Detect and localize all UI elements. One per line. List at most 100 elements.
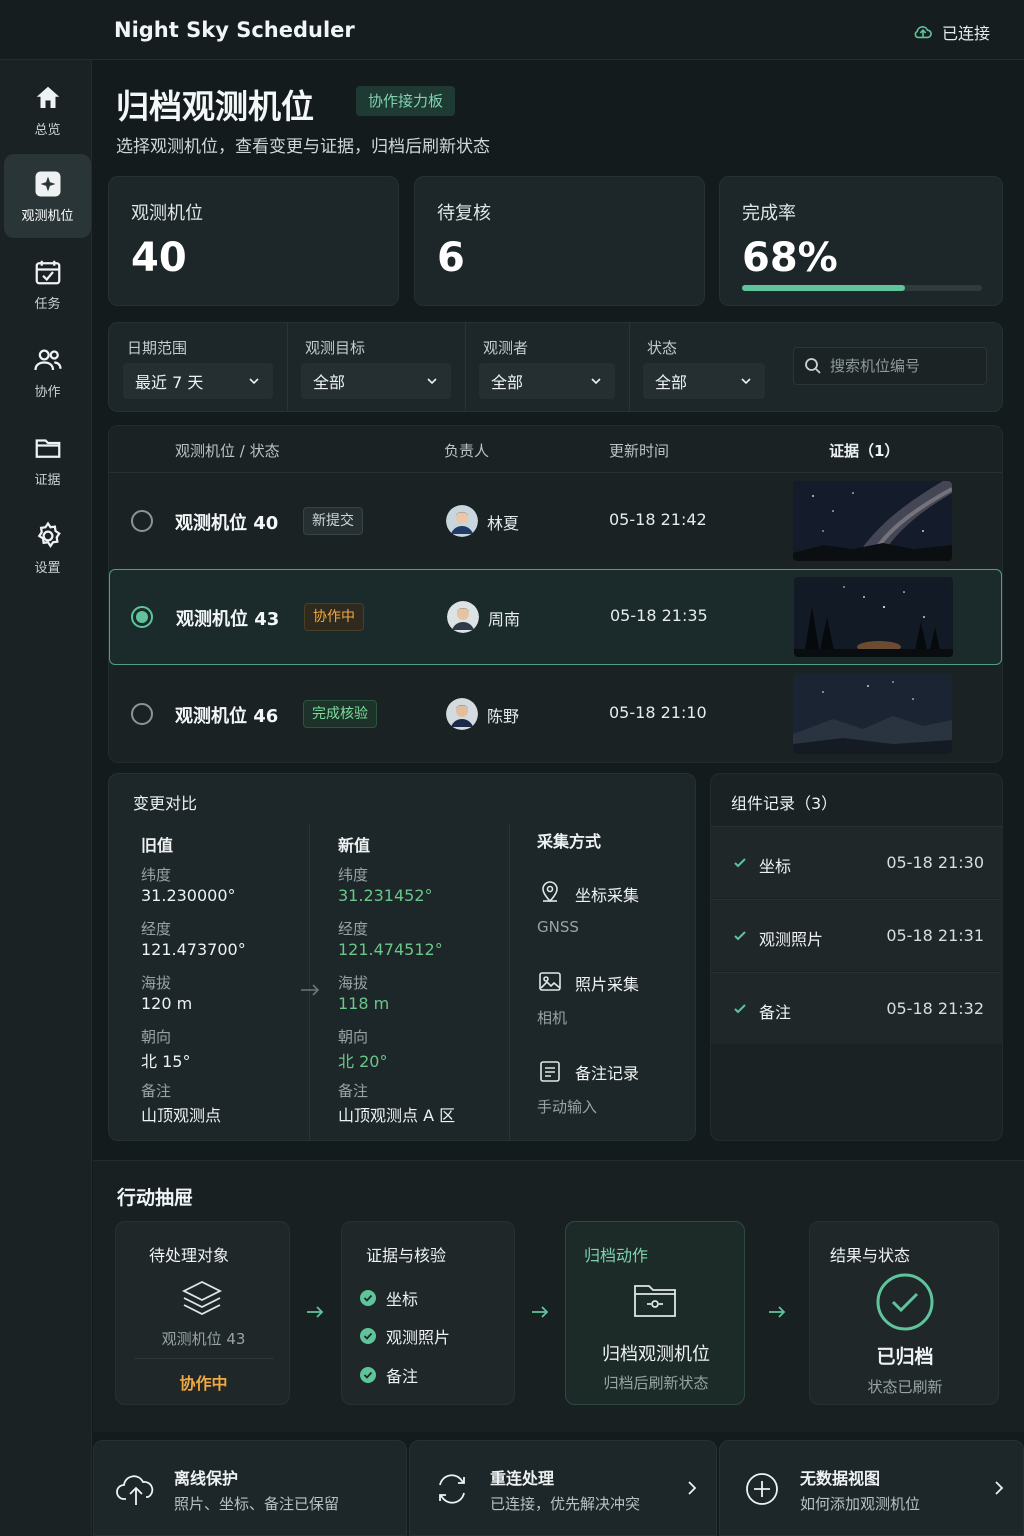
evidence-label: 观测照片 — [386, 1328, 451, 1347]
sidebar-item-evidence[interactable]: 证据 — [4, 418, 91, 502]
stat-label: 观测机位 — [131, 203, 203, 224]
completion-progress-bar — [742, 285, 982, 291]
stat-label: 待复核 — [437, 203, 491, 224]
stat-label: 完成率 — [742, 203, 796, 224]
page-title: 归档观测机位 — [116, 87, 314, 126]
filter-label: 日期范围 — [127, 339, 188, 357]
action-name: 归档观测机位 — [602, 1344, 710, 1365]
sidebar-item-tasks[interactable]: 任务 — [4, 242, 91, 326]
evidence-check-item: 观测照片 — [360, 1324, 450, 1348]
new-value-changed: 118 m — [338, 994, 390, 1013]
chevron-down-icon — [249, 378, 259, 385]
empty-view-card[interactable]: 无数据视图 如何添加观测机位 — [719, 1440, 1024, 1536]
connection-status[interactable]: 已连接 — [912, 20, 990, 44]
sidebar-item-collab[interactable]: 协作 — [4, 330, 91, 414]
evidence-thumbnail[interactable] — [793, 481, 952, 561]
chevron-down-icon — [591, 378, 601, 385]
avatar — [446, 505, 478, 537]
updated-time: 05-18 21:42 — [609, 510, 707, 529]
row-radio[interactable] — [131, 606, 153, 628]
search-icon — [805, 358, 821, 374]
select-value: 全部 — [491, 373, 524, 392]
diff-title: 变更对比 — [133, 794, 198, 813]
card-sub: 如何添加观测机位 — [800, 1495, 921, 1513]
new-value-changed: 北 20° — [338, 1052, 388, 1071]
add-circle-icon — [746, 1473, 778, 1505]
field-key: 纬度 — [141, 866, 172, 884]
divider — [509, 824, 510, 1140]
component-name: 坐标 — [759, 857, 792, 876]
component-name: 备注 — [759, 1003, 792, 1022]
old-value: 120 m — [141, 994, 193, 1013]
field-key: 备注 — [338, 1082, 369, 1100]
archive-action-button[interactable]: 归档动作 归档观测机位 归档后刷新状态 — [565, 1221, 745, 1405]
page-tag: 协作接力板 — [356, 86, 456, 116]
field-key: 海拔 — [338, 974, 369, 992]
updated-time: 05-18 21:35 — [610, 606, 708, 625]
component-time: 05-18 21:32 — [886, 999, 984, 1018]
table-row[interactable]: 观测机位 40 新提交 林夏 05-18 21:42 — [109, 473, 1002, 569]
method-source: 相机 — [537, 1009, 568, 1027]
column-header-updated: 更新时间 — [609, 442, 670, 460]
evidence-label: 坐标 — [386, 1290, 419, 1309]
mountain-night-image — [793, 674, 952, 754]
arrow-right-icon — [532, 1306, 549, 1318]
filter-target: 观测目标 全部 — [287, 323, 465, 411]
list-item[interactable]: 备注 05-18 21:32 — [711, 972, 1002, 1044]
offline-protection-card[interactable]: 离线保护 照片、坐标、备注已保留 — [93, 1440, 407, 1536]
sidebar-item-label: 协作 — [34, 384, 61, 400]
old-value-header: 旧值 — [141, 836, 174, 855]
target-select[interactable]: 全部 — [301, 363, 451, 399]
search-input[interactable] — [830, 357, 980, 375]
step-pending[interactable]: 待处理对象 观测机位 43 协作中 — [115, 1221, 290, 1405]
station-name: 观测机位 40 — [175, 513, 279, 534]
observer-select[interactable]: 全部 — [479, 363, 615, 399]
sidebar-item-overview[interactable]: 总览 — [4, 68, 91, 152]
top-bar: Night Sky Scheduler 已连接 — [0, 0, 1024, 60]
select-value: 全部 — [313, 373, 346, 392]
filter-date: 日期范围 最近 7 天 — [109, 323, 287, 411]
reconnect-card[interactable]: 重连处理 已连接，优先解决冲突 — [409, 1440, 717, 1536]
connection-label: 已连接 — [941, 24, 990, 43]
table-row[interactable]: 观测机位 46 完成核验 陈野 05-18 21:10 — [109, 666, 1002, 762]
stat-value: 40 — [131, 235, 187, 281]
result-sub: 状态已刷新 — [867, 1378, 943, 1396]
row-radio[interactable] — [131, 510, 153, 532]
check-circle-icon — [360, 1328, 376, 1344]
method-source: GNSS — [537, 918, 579, 936]
cloud-upload-icon — [116, 1475, 154, 1505]
list-item[interactable]: 坐标 05-18 21:30 — [711, 826, 1002, 898]
check-icon — [734, 1004, 746, 1014]
method-source: 手动输入 — [537, 1098, 598, 1116]
sidebar-item-label: 观测机位 — [21, 208, 74, 224]
date-range-select[interactable]: 最近 7 天 — [123, 363, 273, 399]
check-circle-icon — [360, 1367, 376, 1383]
column-header-name: 观测机位 / 状态 — [175, 442, 280, 460]
check-icon — [734, 931, 746, 941]
step-title: 结果与状态 — [830, 1246, 911, 1265]
method-header: 采集方式 — [537, 832, 602, 851]
sidebar-item-settings[interactable]: 设置 — [4, 506, 91, 590]
list-item[interactable]: 观测照片 05-18 21:31 — [711, 899, 1002, 971]
new-value-changed: 121.474512° — [338, 940, 443, 959]
cloud-connected-icon — [914, 26, 932, 39]
status-badge: 协作中 — [304, 603, 364, 631]
component-name: 观测照片 — [759, 930, 824, 949]
step-evidence[interactable]: 证据与核验 坐标 观测照片 备注 — [341, 1221, 515, 1405]
search-box[interactable] — [793, 347, 987, 385]
sidebar-item-stations[interactable]: 观测机位 — [4, 154, 91, 238]
row-radio[interactable] — [131, 703, 153, 725]
status-badge: 完成核验 — [303, 700, 377, 728]
table-row-selected[interactable]: 观测机位 43 协作中 周南 05-18 21:35 — [109, 569, 1002, 665]
evidence-thumbnail[interactable] — [793, 674, 952, 754]
step-title: 证据与核验 — [366, 1246, 447, 1265]
users-icon — [33, 349, 62, 370]
divider — [134, 1358, 274, 1359]
evidence-check-item: 坐标 — [360, 1286, 418, 1310]
old-value: 31.230000° — [141, 886, 236, 905]
status-select[interactable]: 全部 — [643, 363, 765, 399]
evidence-thumbnail[interactable] — [794, 577, 953, 657]
new-value-header: 新值 — [338, 836, 371, 855]
method-name: 照片采集 — [575, 975, 640, 994]
arrow-right-icon — [307, 1306, 324, 1318]
